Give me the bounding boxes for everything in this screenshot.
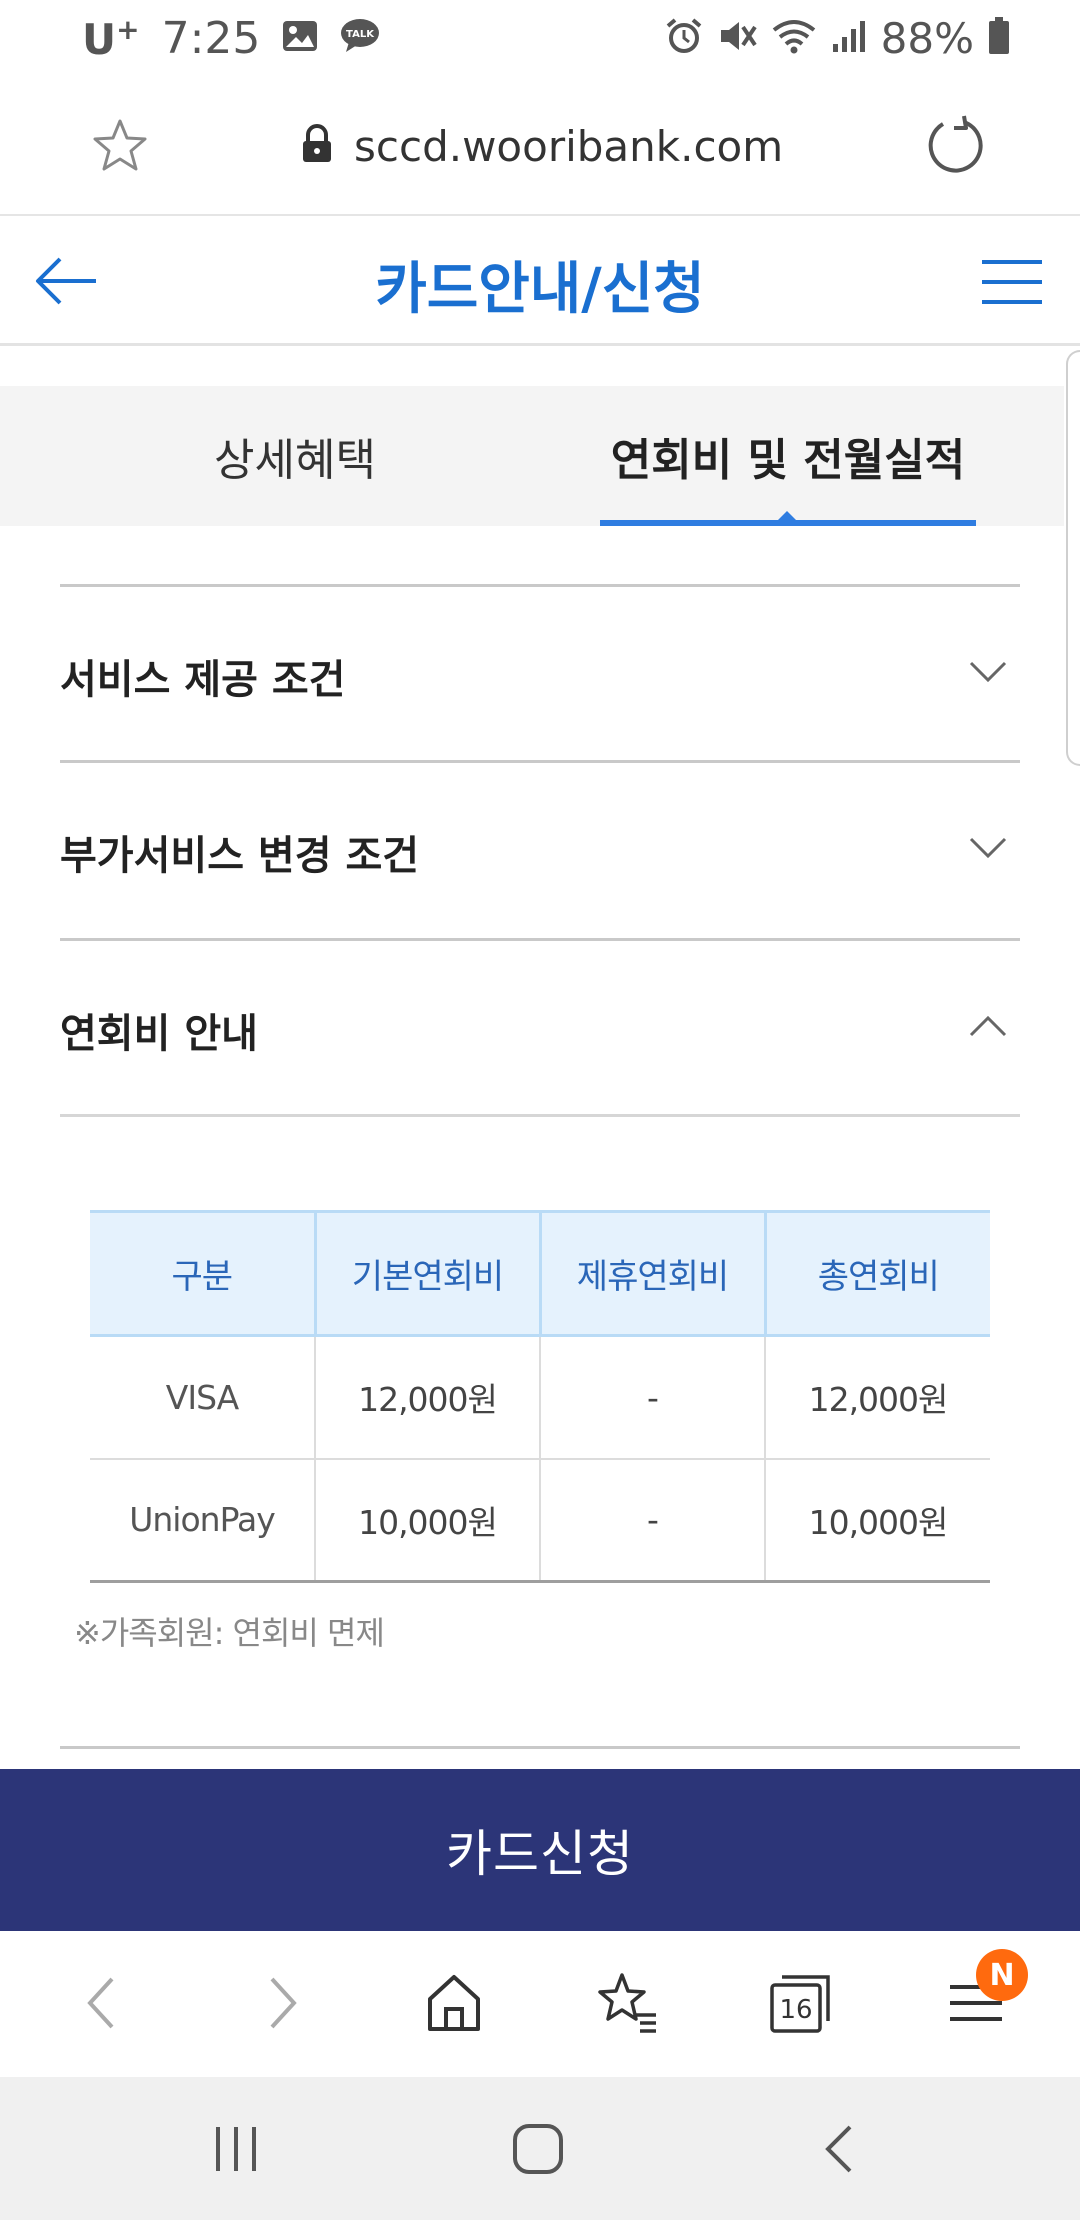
chevron-down-icon: [968, 835, 1008, 861]
chevron-down-icon: [968, 659, 1008, 685]
section-divider: [60, 1746, 1020, 1749]
column-header: 총연회비: [765, 1210, 990, 1337]
battery-percent: 88%: [880, 13, 974, 63]
table-row: UnionPay 10,000원 - 10,000원: [90, 1458, 990, 1583]
url-text: sccd.wooribank.com: [354, 121, 784, 171]
table-cell: 12,000원: [315, 1335, 541, 1460]
carrier-label: U+: [82, 12, 140, 64]
table-cell: 10,000원: [315, 1458, 541, 1583]
bookmarks-icon[interactable]: [596, 1971, 660, 2035]
tab-annual-fee[interactable]: 연회비 및 전월실적: [600, 386, 976, 526]
annual-fee-table: 구분 기본연회비 제휴연회비 총연회비 VISA 12,000원 - 12,00…: [90, 1210, 990, 1583]
hamburger-menu-icon[interactable]: [980, 254, 1044, 310]
active-tab-indicator: [600, 520, 976, 526]
mute-icon: [717, 17, 757, 59]
forward-icon[interactable]: [248, 1971, 312, 2035]
table-cell: -: [540, 1335, 766, 1460]
gallery-icon: [282, 19, 318, 57]
battery-icon: [988, 17, 1010, 59]
tabs-icon[interactable]: 16: [768, 1971, 832, 2035]
card-apply-button[interactable]: 카드신청: [0, 1769, 1080, 1931]
clock: 7:25: [161, 12, 261, 64]
home-icon[interactable]: [422, 1971, 486, 2035]
status-right: 88%: [665, 10, 1010, 66]
browser-toolbar: 16 N: [0, 1931, 1080, 2077]
accordion-title: 부가서비스 변경 조건: [60, 833, 420, 879]
accordion-divider: [60, 1114, 1020, 1117]
recents-icon[interactable]: [206, 2119, 266, 2179]
reload-icon[interactable]: [926, 114, 988, 176]
home-icon[interactable]: [508, 2119, 568, 2179]
status-bar: U+ 7:25 TALK 88%: [0, 0, 1080, 76]
tab-count: 16: [779, 1995, 812, 2025]
url-field[interactable]: sccd.wooribank.com: [300, 116, 783, 176]
star-icon[interactable]: [90, 116, 150, 176]
signal-icon: [831, 18, 867, 58]
talk-icon: TALK: [340, 18, 380, 58]
alarm-icon: [665, 17, 703, 59]
back-icon[interactable]: [812, 2119, 872, 2179]
notification-badge: N: [976, 1949, 1028, 2001]
back-icon[interactable]: [72, 1971, 136, 2035]
column-header: 구분: [90, 1210, 317, 1337]
table-row: VISA 12,000원 - 12,000원: [90, 1335, 990, 1460]
table-cell: -: [540, 1458, 766, 1583]
status-left: U+ 7:25 TALK: [82, 10, 380, 66]
table-cell: 12,000원: [765, 1335, 990, 1460]
column-header: 기본연회비: [315, 1210, 542, 1337]
table-cell: UnionPay: [90, 1458, 316, 1583]
table-header-row: 구분 기본연회비 제휴연회비 총연회비: [90, 1210, 990, 1337]
scroll-handle[interactable]: [1066, 350, 1080, 766]
wifi-icon: [771, 18, 817, 58]
accordion-addon-change-conditions[interactable]: 부가서비스 변경 조건: [60, 760, 1020, 936]
family-member-note: ※가족회원: 연회비 면제: [74, 1614, 385, 1652]
active-tab-caret: [778, 511, 796, 520]
lock-icon: [300, 124, 334, 168]
chevron-up-icon: [968, 1013, 1008, 1039]
svg-text:TALK: TALK: [346, 29, 375, 40]
accordion-title: 연회비 안내: [60, 1011, 258, 1057]
table-cell: 10,000원: [765, 1458, 990, 1583]
accordion-annual-fee-info[interactable]: 연회비 안내: [60, 938, 1020, 1116]
tab-bar: 상세혜택 연회비 및 전월실적: [0, 386, 1064, 526]
column-header: 제휴연회비: [540, 1210, 767, 1337]
page-header: 카드안내/신청: [0, 218, 1080, 346]
tab-detail-benefits[interactable]: 상세혜택: [110, 386, 480, 526]
table-cell: VISA: [90, 1335, 316, 1460]
page-title: 카드안내/신청: [375, 257, 705, 322]
system-nav-bar: [0, 2077, 1080, 2220]
accordion-service-conditions[interactable]: 서비스 제공 조건: [60, 584, 1020, 760]
accordion-title: 서비스 제공 조건: [60, 657, 346, 703]
browser-address-bar: sccd.wooribank.com: [0, 76, 1080, 216]
